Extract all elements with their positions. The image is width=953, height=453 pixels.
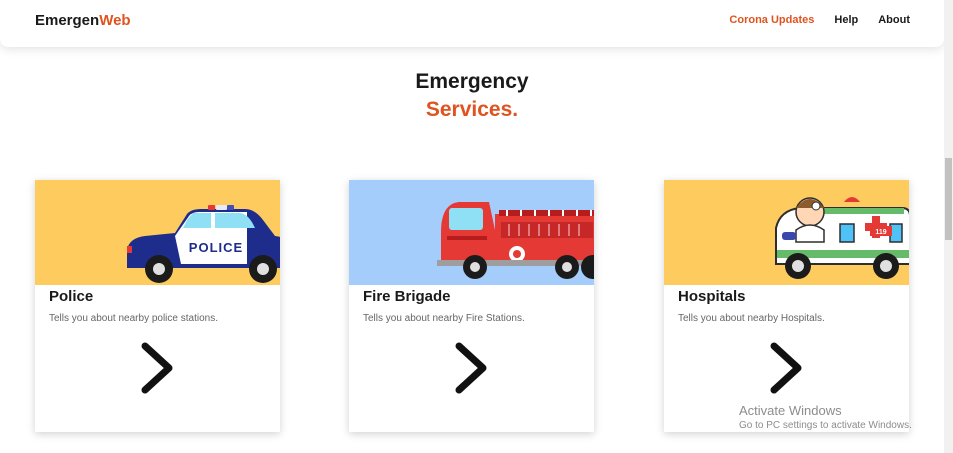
card-image-hospitals: 119 <box>664 180 909 285</box>
brand-logo[interactable]: EmergenWeb <box>35 12 131 29</box>
card-hospitals[interactable]: 119 Hospitals Tells you about nearby Hos… <box>664 180 909 432</box>
watermark-subtitle: Go to PC settings to activate Windows. <box>739 420 912 431</box>
brand-main: Emergen <box>35 12 100 29</box>
police-car-icon: POLICE <box>35 180 280 285</box>
card-title-police: Police <box>49 288 94 305</box>
page: EmergenWeb Corona Updates Help About Eme… <box>0 0 953 453</box>
heading-line1: Emergency <box>415 70 529 93</box>
watermark-title: Activate Windows <box>739 403 842 418</box>
nav-links: Corona Updates Help About <box>729 14 910 26</box>
fire-truck-icon <box>349 180 594 285</box>
activate-windows-watermark: Activate Windows Go to PC settings to ac… <box>739 403 912 431</box>
card-desc-hospitals: Tells you about nearby Hospitals. <box>678 313 825 324</box>
brand-accent: Web <box>99 12 131 29</box>
scrollbar[interactable] <box>944 0 953 453</box>
card-image-police: POLICE <box>35 180 280 285</box>
card-image-fire-brigade <box>349 180 594 285</box>
card-title-hospitals: Hospitals <box>678 288 746 305</box>
card-fire-brigade[interactable]: Fire Brigade Tells you about nearby Fire… <box>349 180 594 432</box>
card-desc-police: Tells you about nearby police stations. <box>49 313 218 324</box>
ambulance-icon: 119 <box>664 180 909 285</box>
scrollbar-thumb[interactable] <box>945 158 952 240</box>
nav-link-help[interactable]: Help <box>834 14 858 26</box>
police-car-text: POLICE <box>189 240 243 255</box>
card-police[interactable]: POLICE Police Tells you about nearby pol… <box>35 180 280 432</box>
navbar: EmergenWeb Corona Updates Help About <box>0 0 944 47</box>
ambulance-number: 119 <box>875 229 886 236</box>
nav-link-corona-updates[interactable]: Corona Updates <box>729 14 814 26</box>
section-heading: Emergency Services. <box>0 68 944 124</box>
chevron-right-icon[interactable] <box>135 340 181 396</box>
chevron-right-icon[interactable] <box>764 340 810 396</box>
card-desc-fire-brigade: Tells you about nearby Fire Stations. <box>363 313 525 324</box>
chevron-right-icon[interactable] <box>449 340 495 396</box>
nav-link-about[interactable]: About <box>878 14 910 26</box>
card-title-fire-brigade: Fire Brigade <box>363 288 451 305</box>
heading-line2: Services. <box>425 98 519 121</box>
